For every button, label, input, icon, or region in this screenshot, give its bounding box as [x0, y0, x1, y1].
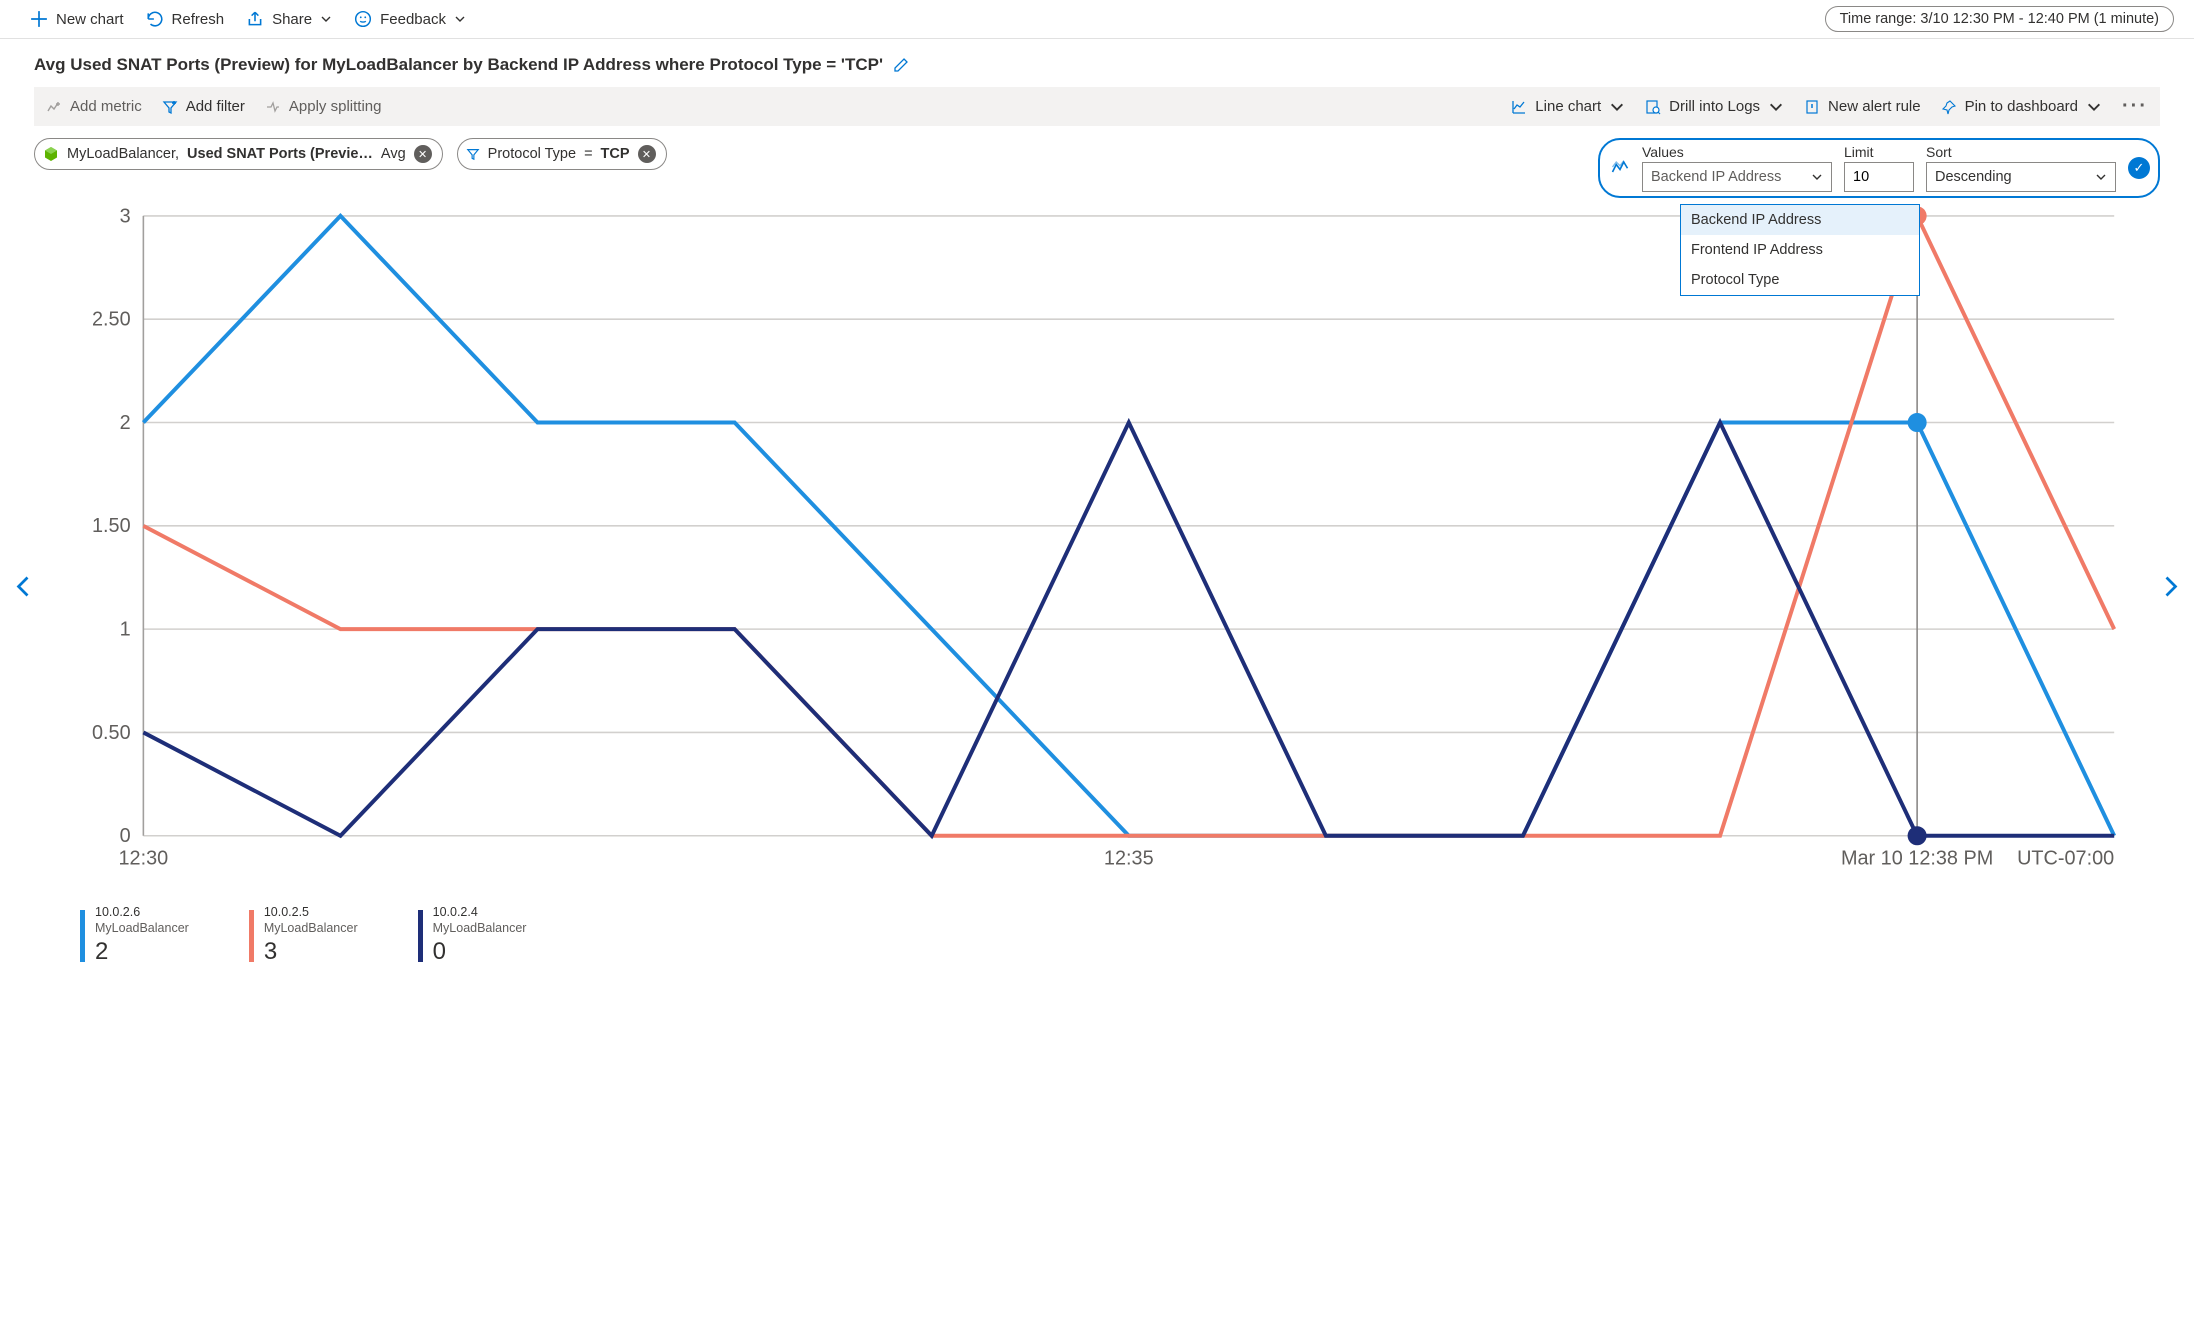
svg-text:0: 0	[120, 825, 131, 847]
filter-icon	[466, 147, 480, 161]
remove-filter-button[interactable]: ✕	[638, 145, 656, 163]
filter-icon	[162, 99, 178, 115]
plus-icon	[30, 10, 48, 28]
dropdown-option[interactable]: Frontend IP Address	[1681, 235, 1919, 265]
metric-chip[interactable]: MyLoadBalancer, Used SNAT Ports (Previe……	[34, 138, 443, 170]
refresh-icon	[146, 10, 164, 28]
command-bar: New chart Refresh Share Feedback Time ra…	[0, 0, 2194, 39]
chart-toolbar: Add metric Add filter Apply splitting Li…	[34, 87, 2160, 126]
svg-text:1: 1	[120, 618, 131, 640]
svg-text:Mar 10 12:38 PM: Mar 10 12:38 PM	[1841, 847, 1993, 869]
new-alert-rule-button[interactable]: New alert rule	[1804, 98, 1921, 115]
values-dropdown[interactable]: Backend IP Address	[1642, 162, 1832, 192]
legend-current-value: 3	[264, 937, 358, 967]
feedback-button[interactable]: Feedback	[354, 10, 466, 28]
feedback-icon	[354, 10, 372, 28]
confirm-split-button[interactable]: ✓	[2128, 157, 2150, 179]
metric-chips-row: MyLoadBalancer, Used SNAT Ports (Previe……	[0, 138, 2194, 200]
chevron-down-icon	[1768, 99, 1784, 115]
add-metric-button[interactable]: Add metric	[46, 98, 142, 115]
metric-resource-text: MyLoadBalancer,	[67, 146, 179, 162]
next-timerange-button[interactable]	[2162, 575, 2180, 602]
filter-chip[interactable]: Protocol Type = TCP ✕	[457, 138, 667, 170]
chevron-down-icon	[2095, 171, 2107, 183]
remove-metric-button[interactable]: ✕	[414, 145, 432, 163]
legend-series-name: 10.0.2.4	[433, 905, 527, 921]
alert-icon	[1804, 99, 1820, 115]
svg-text:2: 2	[120, 412, 131, 434]
metric-agg-text: Avg	[381, 146, 406, 162]
prev-timerange-button[interactable]	[14, 575, 32, 602]
logs-icon	[1645, 99, 1661, 115]
filter-value-text: TCP	[601, 146, 630, 162]
time-range-pill[interactable]: Time range: 3/10 12:30 PM - 12:40 PM (1 …	[1825, 6, 2174, 32]
chevron-down-icon	[2086, 99, 2102, 115]
chevron-down-icon	[454, 13, 466, 25]
legend-resource: MyLoadBalancer	[433, 921, 527, 937]
svg-text:UTC-07:00: UTC-07:00	[2017, 847, 2114, 869]
edit-icon[interactable]	[893, 57, 909, 73]
svg-text:1.50: 1.50	[92, 515, 131, 537]
legend-resource: MyLoadBalancer	[95, 921, 189, 937]
share-icon	[246, 10, 264, 28]
sort-dropdown[interactable]: Descending	[1926, 162, 2116, 192]
values-dropdown-list: Backend IP Address Frontend IP Address P…	[1680, 204, 1920, 296]
limit-label: Limit	[1844, 144, 1914, 160]
chart-title: Avg Used SNAT Ports (Preview) for MyLoad…	[0, 39, 2194, 81]
refresh-button[interactable]: Refresh	[146, 10, 225, 28]
filter-dimension-text: Protocol Type	[488, 146, 576, 162]
add-filter-button[interactable]: Add filter	[162, 98, 245, 115]
legend-entry[interactable]: 10.0.2.5 MyLoadBalancer 3	[249, 905, 358, 966]
legend-series-name: 10.0.2.5	[264, 905, 358, 921]
pin-icon	[1941, 99, 1957, 115]
metric-name-text: Used SNAT Ports (Previe…	[187, 146, 373, 162]
svg-text:0.50: 0.50	[92, 722, 131, 744]
legend-entry[interactable]: 10.0.2.4 MyLoadBalancer 0	[418, 905, 527, 966]
dropdown-option[interactable]: Backend IP Address	[1681, 205, 1919, 235]
new-chart-button[interactable]: New chart	[30, 10, 124, 28]
values-label: Values	[1642, 144, 1832, 160]
apply-splitting-button[interactable]: Apply splitting	[265, 98, 382, 115]
sort-label: Sort	[1926, 144, 2116, 160]
legend-series-name: 10.0.2.6	[95, 905, 189, 921]
legend-entry[interactable]: 10.0.2.6 MyLoadBalancer 2	[80, 905, 189, 966]
drill-into-logs-button[interactable]: Drill into Logs	[1645, 98, 1784, 115]
dropdown-option[interactable]: Protocol Type	[1681, 265, 1919, 295]
line-chart[interactable]: 0 0.50 1 1.50 2 2.50 3 12:30 12:35 Mar 10 12:38 P…	[48, 200, 2146, 899]
more-button[interactable]: ···	[2122, 95, 2148, 118]
svg-text:12:35: 12:35	[1104, 847, 1154, 869]
resource-icon	[43, 146, 59, 162]
chart-legend: 10.0.2.6 MyLoadBalancer 2 10.0.2.5 MyLoa…	[18, 899, 2176, 976]
svg-text:3: 3	[120, 205, 131, 227]
pin-to-dashboard-button[interactable]: Pin to dashboard	[1941, 98, 2102, 115]
legend-current-value: 0	[433, 937, 527, 967]
chart-type-button[interactable]: Line chart	[1511, 98, 1625, 115]
add-metric-icon	[46, 99, 62, 115]
limit-input[interactable]	[1844, 162, 1914, 192]
chevron-down-icon	[1609, 99, 1625, 115]
chart-zone: 0 0.50 1 1.50 2 2.50 3 12:30 12:35 Mar 10 12:38 P…	[18, 200, 2176, 977]
chevron-down-icon	[320, 13, 332, 25]
line-chart-icon	[1511, 99, 1527, 115]
svg-text:12:30: 12:30	[119, 847, 169, 869]
splitting-icon	[1610, 157, 1630, 180]
legend-current-value: 2	[95, 937, 189, 967]
splitting-config-pill: Values Backend IP Address Backend IP Add…	[1598, 138, 2160, 198]
chevron-down-icon	[1811, 171, 1823, 183]
svg-text:2.50: 2.50	[92, 309, 131, 331]
split-icon	[265, 99, 281, 115]
legend-resource: MyLoadBalancer	[264, 921, 358, 937]
share-button[interactable]: Share	[246, 10, 332, 28]
